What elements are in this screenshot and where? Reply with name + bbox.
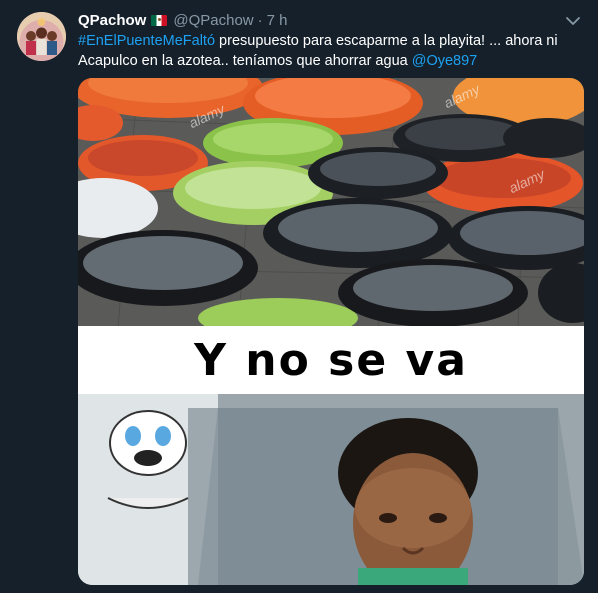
tweet-media-image[interactable]: alamy alamy alamy Y no se va — [78, 78, 584, 585]
avatar-image — [17, 12, 66, 61]
tweet[interactable]: QPachow @QPachow · 7 h #EnElPuenteMeFalt… — [0, 0, 598, 593]
meme-caption: Y no se va — [194, 334, 468, 386]
display-name[interactable]: QPachow — [78, 12, 146, 29]
user-handle[interactable]: @QPachow — [173, 12, 253, 29]
mention-link[interactable]: @Oye897 — [412, 53, 478, 69]
mexico-flag-icon — [151, 14, 168, 26]
chevron-down-icon[interactable] — [564, 12, 582, 30]
timestamp[interactable]: 7 h — [267, 12, 288, 29]
hashtag-link[interactable]: #EnElPuenteMeFaltó — [78, 33, 215, 49]
tweet-text: #EnElPuenteMeFaltó presupuesto para esca… — [78, 31, 583, 71]
separator-dot: · — [257, 11, 263, 29]
tweet-header: QPachow @QPachow · 7 h — [78, 10, 287, 30]
avatar[interactable] — [17, 12, 66, 61]
meme-caption-band: Y no se va — [78, 326, 584, 394]
